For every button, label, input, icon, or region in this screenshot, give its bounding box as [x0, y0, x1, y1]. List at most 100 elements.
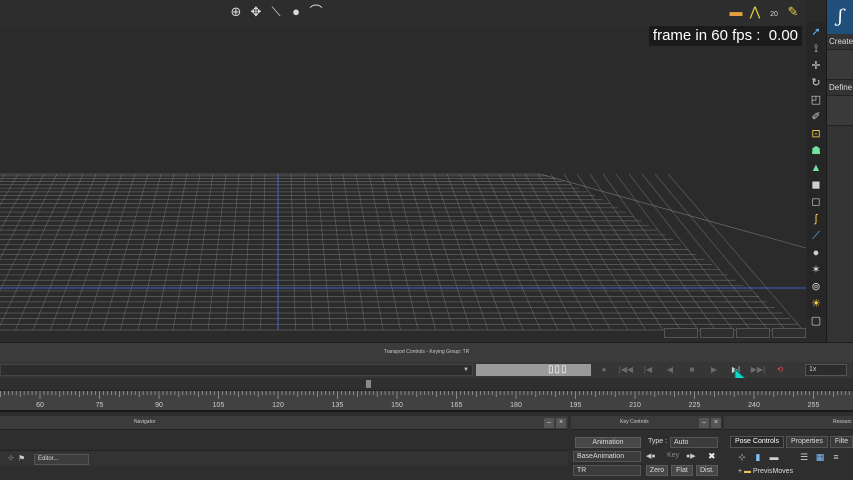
close-icon[interactable]: ×	[556, 418, 566, 428]
frame-icon[interactable]: ▢	[809, 314, 823, 328]
resources-header: Resourc	[724, 416, 853, 430]
play-icon[interactable]: ▶	[706, 364, 722, 376]
grid-line	[524, 173, 611, 331]
playback-buttons: ● |◀◀ |◀ ◀ ■ ▶ ▶| ▶▶| ⟲	[596, 364, 788, 376]
sphere-icon[interactable]: ●	[809, 246, 823, 260]
pen-icon[interactable]: ✐	[809, 110, 823, 124]
previous-key-icon[interactable]: |◀	[640, 364, 656, 376]
pin-icon[interactable]: ⚑	[18, 454, 25, 463]
minimize-icon[interactable]: –	[544, 418, 554, 428]
grid-line	[355, 173, 384, 331]
ruler-label: 225	[689, 402, 701, 409]
app-logo: ʃ	[827, 0, 853, 34]
go-to-end-icon[interactable]: ▶▶|	[750, 364, 766, 376]
tab-properties[interactable]: Properties	[785, 436, 828, 448]
bone-icon[interactable]: ⟟	[809, 42, 823, 56]
tab-pose-controls[interactable]: Pose Controls	[730, 436, 784, 448]
curve-icon[interactable]: ∫	[809, 212, 823, 226]
expand-icon[interactable]: ⊹	[736, 452, 748, 463]
zoom-icon[interactable]: ●	[288, 4, 304, 20]
3d-viewport[interactable]: frame in 60 fps : 0.00	[0, 26, 806, 342]
zoom-20-icon[interactable]: 20	[766, 4, 782, 20]
light-icon[interactable]: ✶	[809, 263, 823, 277]
create-panel-label[interactable]: Create	[827, 34, 853, 50]
range-display[interactable]: ▯▯▯	[476, 364, 591, 376]
previous-key-button[interactable]: ◀●	[646, 452, 656, 460]
animation-layer-dropdown[interactable]: BaseAnimation	[573, 451, 641, 462]
timeline-icon[interactable]: ▬	[728, 4, 744, 20]
keying-group-selector[interactable]: TR	[573, 465, 641, 476]
list-view-icon[interactable]: ▬	[768, 452, 780, 463]
sun-icon[interactable]: ☀	[809, 297, 823, 311]
play-reverse-icon[interactable]: ◀	[662, 364, 678, 376]
timeline-ruler[interactable]: 60 75 90 105 120 135 150 165 180 195 210 225 240 255	[0, 390, 853, 410]
dist-button[interactable]: Dist.	[696, 465, 718, 476]
brush-icon[interactable]: ✎	[785, 4, 801, 20]
grid-line	[537, 173, 629, 331]
grid-view-icon[interactable]: ▦	[814, 452, 826, 463]
expand-tree-icon[interactable]: +	[738, 468, 742, 475]
folder-icon: ▬	[744, 468, 752, 475]
delete-key-icon[interactable]: ✖	[708, 451, 716, 462]
grid-line	[498, 173, 576, 331]
grid-line	[102, 173, 149, 331]
tree-item-previsMoves[interactable]: + ▬ PrevisMoves	[738, 468, 793, 475]
details-view-icon[interactable]: ☰	[798, 452, 810, 463]
tools-toolbar: ➚ ⟟ ✛ ↻ ◰ ✐ ⊡ ☗ ▲ ◼ ◻ ∫ ⟋ ● ✶ ⊚ ☀ ▢	[806, 22, 826, 327]
grid-line	[137, 173, 175, 331]
record-icon[interactable]: ●	[596, 364, 612, 376]
minimize-icon[interactable]: –	[699, 418, 709, 428]
viewport-mini-field[interactable]	[664, 328, 698, 338]
menu-icon[interactable]: ≡	[830, 452, 842, 463]
key-type-dropdown[interactable]: Auto	[670, 437, 718, 448]
tab-filters[interactable]: Filte	[829, 436, 853, 448]
ruler-label: 195	[570, 402, 582, 409]
cube-alt-icon[interactable]: ◻	[809, 195, 823, 209]
rotate-icon[interactable]: ↻	[809, 76, 823, 90]
pan-icon[interactable]: ✥	[248, 4, 264, 20]
key-button[interactable]: Key	[667, 452, 679, 459]
animation-button[interactable]: Animation	[575, 437, 641, 448]
time-scrub-bar[interactable]	[0, 378, 853, 390]
viewport-mini-field[interactable]	[772, 328, 806, 338]
loop-icon[interactable]: ⟲	[772, 364, 788, 376]
playback-speed-dropdown[interactable]: 1x	[805, 364, 847, 376]
editor-tab[interactable]: Editor...	[34, 454, 89, 465]
grid-line	[628, 173, 751, 331]
undo-arc-icon[interactable]: ⌒	[308, 4, 324, 20]
skin-icon[interactable]: ☗	[809, 144, 823, 158]
camera-icon[interactable]: ⊚	[809, 280, 823, 294]
keying-group-dropdown[interactable]: ▼	[0, 364, 473, 376]
zoom-line-icon[interactable]: ⟍	[268, 4, 284, 20]
collapse-icon[interactable]: ⊹	[8, 454, 14, 462]
navigator-editor-row: ⊹ ⚑ Editor...	[0, 450, 568, 466]
grid-line	[576, 173, 681, 331]
ruler-label: 240	[748, 402, 760, 409]
define-panel-label[interactable]: Define	[827, 80, 853, 96]
close-icon[interactable]: ×	[711, 418, 721, 428]
viewport-mini-field[interactable]	[700, 328, 734, 338]
ruler-label: 120	[272, 402, 284, 409]
orbit-icon[interactable]: ⊕	[228, 4, 244, 20]
grid-line	[316, 173, 331, 331]
cube-icon[interactable]: ◼	[809, 178, 823, 192]
motion-path-icon[interactable]: ⋀	[747, 4, 763, 20]
next-key-button[interactable]: ●▶	[686, 452, 696, 460]
grid-line	[85, 173, 136, 331]
viewport-mini-field[interactable]	[736, 328, 770, 338]
weight-icon[interactable]: ▲	[809, 161, 823, 175]
scrub-handle[interactable]	[366, 380, 371, 388]
move-icon[interactable]: ✛	[809, 59, 823, 73]
stop-icon[interactable]: ■	[684, 364, 700, 376]
scale-icon[interactable]: ◰	[809, 93, 823, 107]
panel-view-icon[interactable]: ▮	[752, 452, 764, 463]
box-transform-icon[interactable]: ⊡	[809, 127, 823, 141]
grid-line	[225, 173, 240, 331]
flat-button[interactable]: Flat	[671, 465, 693, 476]
go-to-start-icon[interactable]: |◀◀	[618, 364, 634, 376]
needle-icon[interactable]: ⟋	[809, 229, 823, 243]
select-arrow-icon[interactable]: ➚	[809, 25, 823, 39]
grid-line	[602, 173, 716, 331]
zero-button[interactable]: Zero	[646, 465, 668, 476]
ruler-label: 210	[629, 402, 641, 409]
